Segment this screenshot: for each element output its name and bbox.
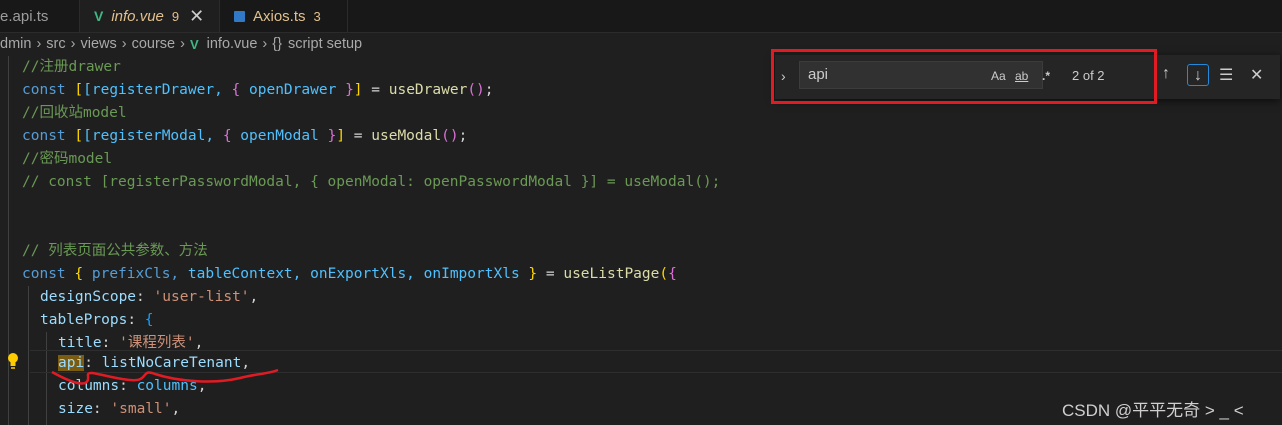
close-icon[interactable]: ✕ (1250, 65, 1263, 85)
vue-file-icon: V (94, 8, 104, 24)
chevron-right-icon: › (121, 36, 127, 52)
find-in-selection-icon[interactable]: ☰ (1219, 65, 1233, 85)
breadcrumb-item[interactable]: src (46, 36, 65, 52)
code-line: const [[registerModal, { openModal }] = … (22, 128, 468, 144)
code-line: // const [registerPasswordModal, { openM… (22, 174, 721, 190)
annotation-rectangle (771, 49, 1157, 104)
breadcrumb-item[interactable]: views (80, 36, 116, 52)
annotation-underline-scribble (51, 368, 279, 385)
braces-icon: {} (272, 36, 282, 52)
previous-match-arrow-up-icon[interactable]: ↑ (1162, 65, 1170, 83)
next-match-arrow-down-icon[interactable]: ↓ (1187, 64, 1209, 86)
breadcrumb-item[interactable]: course (132, 36, 176, 52)
chevron-right-icon: › (36, 36, 42, 52)
code-line: //回收站model (22, 105, 127, 121)
tab-info-vue[interactable]: V info.vue 9 ✕ (80, 0, 220, 32)
breadcrumb-item[interactable]: dmin (0, 36, 31, 52)
chevron-right-icon: › (70, 36, 76, 52)
code-line: tableProps: { (40, 312, 154, 328)
code-line: const { prefixCls, tableContext, onExpor… (22, 266, 677, 282)
breadcrumb-item[interactable]: info.vue (207, 36, 258, 52)
watermark: CSDN @平平无奇 > _ < (1062, 401, 1244, 420)
lightbulb-icon[interactable] (6, 352, 20, 370)
tab-label: info.vue (111, 7, 164, 25)
code-line: designScope: 'user-list', (40, 289, 259, 305)
vue-file-icon: V (189, 36, 199, 52)
indent-guide (28, 286, 29, 425)
ts-file-icon (234, 10, 245, 22)
tab-e-api-ts[interactable]: e.api.ts (0, 0, 80, 32)
close-icon[interactable]: ✕ (189, 6, 204, 27)
chevron-right-icon: › (180, 36, 185, 52)
chevron-right-icon: › (262, 36, 268, 52)
tab-axios-ts[interactable]: Axios.ts 3 (220, 0, 348, 32)
code-line: //密码model (22, 151, 113, 167)
code-line: //注册drawer (22, 59, 121, 75)
tab-label: Axios.ts (253, 7, 306, 25)
code-line: const [[registerDrawer, { openDrawer }] … (22, 82, 494, 98)
problem-count: 3 (313, 8, 321, 24)
code-line: // 列表页面公共参数、方法 (22, 243, 208, 259)
tab-label: e.api.ts (0, 7, 49, 25)
breadcrumb-item[interactable]: script setup (288, 36, 362, 52)
tab-bar: e.api.ts V info.vue 9 ✕ Axios.ts 3 (0, 0, 1282, 33)
problem-count: 9 (171, 8, 180, 24)
code-line: size: 'small', (58, 401, 181, 417)
